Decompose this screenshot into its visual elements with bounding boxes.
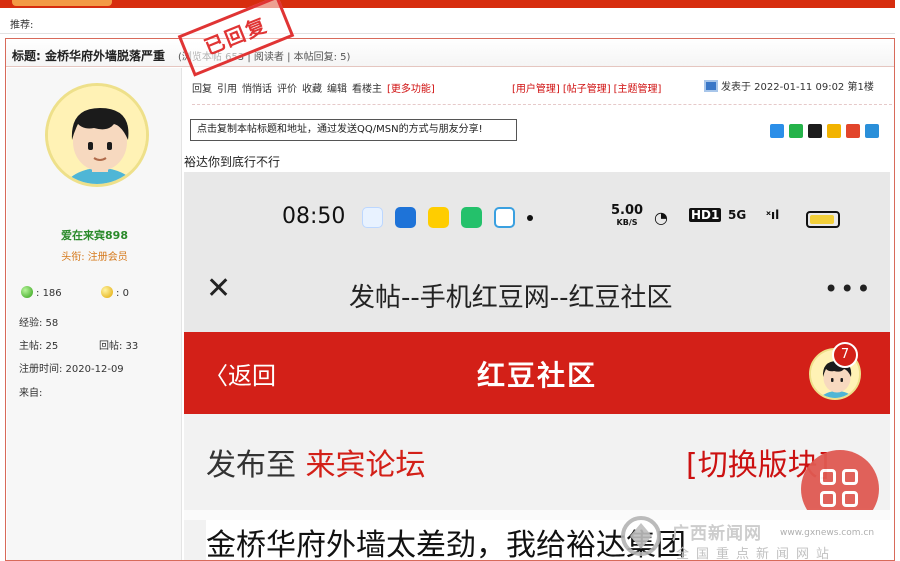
toolbar-rate[interactable]: 评价 [277, 84, 297, 95]
author-from: 来自: [19, 388, 43, 399]
computer-icon [704, 80, 718, 92]
draft-text[interactable]: 金桥华府外墙太差劲，我给裕达集团 [206, 520, 890, 560]
author-exp: 经验: 58 [19, 318, 59, 329]
posted-text: 发表于 2022-01-11 09:02 第1楼 [721, 82, 874, 93]
share-plus-icon[interactable] [770, 124, 784, 138]
recommend-label: 推荐: [10, 20, 34, 31]
post-body: 裕达你到底行不行 [184, 155, 281, 169]
yellow-points: : 0 [101, 286, 129, 299]
post-content: 回复 引用 悄悄话 评价 收藏 编辑 看楼主 [更多功能] [用户管理] [帖子管理] [主题管理… [184, 68, 894, 560]
author-posts: 主帖: 25 [19, 341, 59, 352]
author-title: 头衔: 注册会员 [61, 252, 128, 263]
hd-badge: HD1 [689, 208, 722, 222]
author-replies: 回帖: 33 [99, 341, 139, 352]
qzone-icon[interactable] [827, 124, 841, 138]
dot-icon [527, 214, 533, 221]
yellow-dot-icon [101, 286, 113, 298]
phone-time: 08:50 [282, 204, 346, 229]
divider [192, 104, 892, 105]
toolbar-only-author[interactable]: 看楼主 [352, 84, 382, 95]
divider [184, 510, 890, 520]
battery-icon [806, 211, 840, 228]
wifi-icon: ◔ [654, 208, 668, 227]
post-frame: 标题: 金桥华府外墙脱落严重 (浏览本帖 653 | 阅读者 | 本帖回复: 5… [5, 38, 895, 561]
manage-topic-link[interactable]: [主题管理] [614, 84, 662, 95]
green-dot-icon [21, 286, 33, 298]
qq-icon[interactable] [808, 124, 822, 138]
green-count: 186 [42, 288, 62, 299]
toolbar-favorite[interactable]: 收藏 [302, 84, 322, 95]
post-title: 标题: 金桥华府外墙脱落严重 [12, 49, 165, 63]
toolbar-reply[interactable]: 回复 [192, 84, 212, 95]
baidu-icon [362, 207, 383, 228]
notification-badge: 7 [832, 342, 858, 368]
share-copy-box[interactable]: 点击复制本帖标题和地址，通过发送QQ/MSN的方式与朋友分享! [190, 119, 517, 141]
toolbar-edit[interactable]: 编辑 [327, 84, 347, 95]
embedded-screenshot: 08:50 5.00 KB/S ◔ HD1 5G ˣıl ✕ 发帖--手机红豆网… [184, 172, 890, 560]
help-icon[interactable] [865, 124, 879, 138]
toolbar-quote[interactable]: 引用 [217, 84, 237, 95]
signal-bars-icon: ˣıl [766, 208, 780, 222]
toolbar-more[interactable]: [更多功能] [387, 84, 435, 95]
manage-post-link[interactable]: [帖子管理] [563, 84, 611, 95]
net-speed-value: 5.00 [611, 203, 644, 218]
author-registered: 注册时间: 2020-12-09 [19, 364, 124, 375]
yellow-count: 0 [122, 288, 129, 299]
net-speed-unit: KB/S [616, 218, 638, 227]
more-icon[interactable]: ••• [824, 275, 872, 303]
top-tab[interactable] [12, 0, 112, 6]
meituan-icon [428, 207, 449, 228]
signal-5g: 5G [728, 208, 747, 222]
phone-app-icons [362, 207, 545, 228]
phone-red-title: 红豆社区 [476, 359, 597, 392]
avatar[interactable] [45, 83, 149, 187]
post-title-row: 标题: 金桥华府外墙脱落严重 (浏览本帖 653 | 阅读者 | 本帖回复: 5… [6, 39, 894, 67]
divider [0, 33, 895, 34]
weibo-icon[interactable] [846, 124, 860, 138]
author-name[interactable]: 爱在来宾898 [7, 227, 182, 243]
share-icons [770, 124, 884, 138]
browser-icon [395, 207, 416, 228]
publish-to: 发布至 来宾论坛 [206, 440, 426, 484]
publish-label: 发布至 [206, 448, 296, 483]
wechat-icon[interactable] [789, 124, 803, 138]
close-icon[interactable]: ✕ [206, 274, 231, 304]
toolbar-whisper[interactable]: 悄悄话 [242, 84, 272, 95]
top-bar [0, 0, 895, 8]
phone-nav-title: 发帖--手机红豆网--红豆社区 [349, 283, 673, 313]
posted-info: 发表于 2022-01-11 09:02 第1楼 [704, 78, 874, 93]
avatar-image-icon [48, 86, 146, 184]
publish-forum[interactable]: 来宾论坛 [306, 448, 426, 483]
manage-links: [用户管理] [帖子管理] [主题管理] [512, 80, 664, 95]
post-toolbar: 回复 引用 悄悄话 评价 收藏 编辑 看楼主 [更多功能] [192, 80, 440, 95]
app-green-icon [461, 207, 482, 228]
app-ring-icon [494, 207, 515, 228]
phone-net-speed: 5.00 KB/S [611, 203, 644, 229]
manage-user-link[interactable]: [用户管理] [512, 84, 560, 95]
green-points: : 186 [21, 286, 62, 299]
author-panel: 爱在来宾898 头衔: 注册会员 : 186 : 0 经验: 58 主帖: 25… [7, 68, 182, 560]
